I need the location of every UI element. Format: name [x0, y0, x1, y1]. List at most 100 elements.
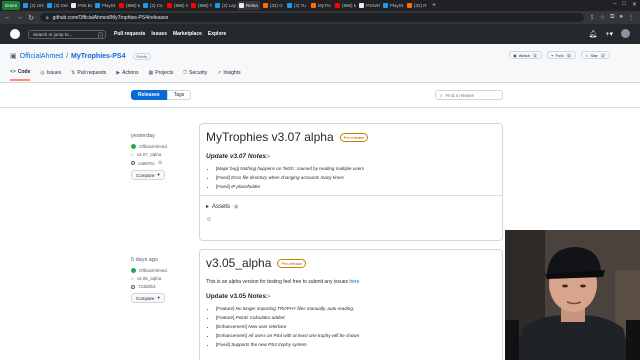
github-logo-icon[interactable] [10, 29, 20, 39]
nav-marketplace[interactable]: Marketplace [173, 31, 202, 37]
new-tab-icon[interactable]: + [432, 2, 436, 9]
compare-button[interactable]: Compare ▾ [131, 170, 165, 180]
release-card: MyTrophies v3.07 alpha Pre-release Updat… [199, 123, 503, 241]
tab-actions[interactable]: ▶ Actions [116, 69, 138, 81]
note-item: [Fixed] Error file directory when changi… [216, 175, 496, 180]
profile-icon[interactable]: ● [619, 14, 623, 21]
watch-label: Watch [518, 52, 530, 58]
close-icon[interactable]: ✕ [632, 1, 637, 8]
browser-tab[interactable]: (996) M [117, 1, 140, 10]
search-input[interactable]: Search or jump to... / [28, 29, 106, 39]
extension-icon[interactable]: ⧉ [610, 14, 614, 21]
repo-icon: ▣ [10, 53, 17, 60]
browser-tab[interactable]: (996) M [333, 1, 356, 10]
release-title-row: MyTrophies v3.07 alpha Pre-release [206, 130, 496, 144]
eye-icon: ◉ [513, 52, 517, 58]
fork-button[interactable]: ⑂ Fork 0 [547, 51, 576, 59]
tab-label: (2) Co [150, 3, 163, 8]
tab-pull-requests[interactable]: ⇅ Pull requests [71, 69, 106, 81]
release-title[interactable]: v3.05_alpha [206, 256, 271, 270]
note-item: [Major bug] Nothing happens on 'fetch', … [216, 166, 496, 171]
release-title[interactable]: MyTrophies v3.07 alpha [206, 130, 334, 144]
tab-favicon-icon [23, 3, 28, 8]
note-item: [Fixed] Supports the new PS4 trophy syst… [216, 342, 496, 347]
release-date: yesterday [131, 133, 155, 139]
tab-projects[interactable]: ▦ Projects [149, 69, 174, 81]
release-tag[interactable]: ⌂ v3.05_alpha [131, 276, 167, 281]
browser-tab[interactable]: Relea [237, 1, 260, 10]
tab-label: PlaySt [102, 3, 116, 8]
browser-tab[interactable]: (2) Lay [213, 1, 236, 10]
address-bar[interactable]: 🔒︎ github.com/OfficialAhmed/MyTrophies-P… [40, 13, 584, 22]
note-text: No longer importing TROPHY files manuall… [235, 306, 355, 311]
tab-code[interactable]: <> Code [10, 69, 31, 81]
browser-tab[interactable]: PS4Wi [357, 1, 380, 10]
share-icon[interactable]: ⇪ [590, 14, 595, 21]
tab-label: Relea [246, 3, 258, 8]
browser-tab[interactable]: (2) Unl [21, 1, 44, 10]
release-commit[interactable]: 723b0b3 [131, 284, 167, 289]
author-avatar [131, 144, 136, 149]
repo-header: ▣ OfficialAhmed / MyTrophies-PS4 Public … [0, 44, 640, 83]
assets-toggle[interactable]: ▸ Assets 3 [200, 196, 502, 217]
browser-tab[interactable]: (2) Co [141, 1, 164, 10]
nav-explore[interactable]: Explore [208, 31, 226, 37]
note-tag: [Major bug] [216, 166, 239, 171]
browser-tab[interactable]: (32) G [261, 1, 284, 10]
star-bookmark-icon[interactable]: ☆ [600, 14, 605, 21]
commit-sha: ca9876c [138, 160, 156, 166]
tab-releases[interactable]: Releases [131, 90, 167, 100]
release-author[interactable]: OfficialAhmed [131, 268, 167, 273]
tab-issues[interactable]: ◎ Issues [40, 69, 61, 81]
tab-tags[interactable]: Tags [166, 90, 192, 100]
release-notes: [Major bug] Nothing happens on 'fetch', … [206, 166, 496, 189]
back-icon[interactable]: ← [4, 14, 11, 21]
browser-tab[interactable]: (996) T [189, 1, 212, 10]
browser-tab[interactable]: (2) Sea [45, 1, 68, 10]
browser-tab[interactable]: Green [2, 1, 20, 10]
release-date: 5 days ago [131, 257, 158, 263]
browser-tab[interactable]: PlaySt [381, 1, 404, 10]
chevron-down-icon: ▾ [157, 172, 160, 177]
release-notes: [Feature] No longer importing TROPHY fil… [206, 306, 496, 347]
tab-security[interactable]: ⛉ Security [183, 69, 207, 81]
release-author[interactable]: OfficialAhmed [131, 144, 167, 149]
repo-name-link[interactable]: MyTrophies-PS4 [71, 53, 125, 60]
browser-tab[interactable]: (32) R [405, 1, 428, 10]
tab-label: (32) R [414, 3, 427, 8]
repo-owner-link[interactable]: OfficialAhmed [20, 53, 63, 60]
avatar[interactable] [621, 29, 630, 38]
smiley-icon[interactable]: ☺ [200, 217, 502, 229]
watch-button[interactable]: ◉ Watch 1 [509, 51, 543, 59]
repo-tab-label: Insights [223, 70, 241, 76]
compare-button[interactable]: Compare ▾ [131, 293, 165, 303]
reload-icon[interactable]: ↻ [28, 14, 34, 22]
browser-toolbar: ← → ↻ 🔒︎ github.com/OfficialAhmed/MyTrop… [0, 11, 640, 24]
maximize-icon[interactable]: □ [622, 1, 626, 8]
tab-label: (2) Sea [54, 3, 68, 8]
tab-label: (996) S [174, 3, 188, 8]
fork-icon: ⑂ [551, 52, 554, 58]
plus-icon[interactable]: +▾ [605, 30, 613, 38]
note-tag: [Feature] [216, 315, 235, 320]
star-button[interactable]: ☆ Star 2 [580, 51, 610, 59]
nav-pull-requests[interactable]: Pull requests [114, 31, 145, 37]
browser-tab[interactable]: PlaySt [93, 1, 116, 10]
tab-favicon-icon [47, 3, 52, 8]
menu-icon[interactable]: ⋮ [628, 14, 634, 21]
release-tag[interactable]: ⌂ v3.07_alpha [131, 152, 167, 157]
forward-icon[interactable]: → [16, 14, 23, 21]
nav-issues[interactable]: Issues [151, 31, 167, 37]
issues-link[interactable]: here [349, 279, 359, 285]
browser-tab[interactable]: MyTro [309, 1, 332, 10]
tag-icon: ⌂ [131, 152, 134, 157]
tab-favicon-icon [95, 3, 100, 8]
browser-tab[interactable]: PS5 Bu [69, 1, 92, 10]
browser-tab[interactable]: (2) Tu [285, 1, 308, 10]
find-release-input[interactable]: ⌕ Find a release [435, 90, 503, 100]
bell-icon[interactable]: 🔔︎ [589, 30, 598, 38]
release-commit[interactable]: ca9876c ⊙ [131, 160, 167, 166]
browser-tab[interactable]: (996) S [165, 1, 188, 10]
minimize-icon[interactable]: – [613, 1, 616, 8]
tab-insights[interactable]: ↗ Insights [217, 69, 240, 81]
